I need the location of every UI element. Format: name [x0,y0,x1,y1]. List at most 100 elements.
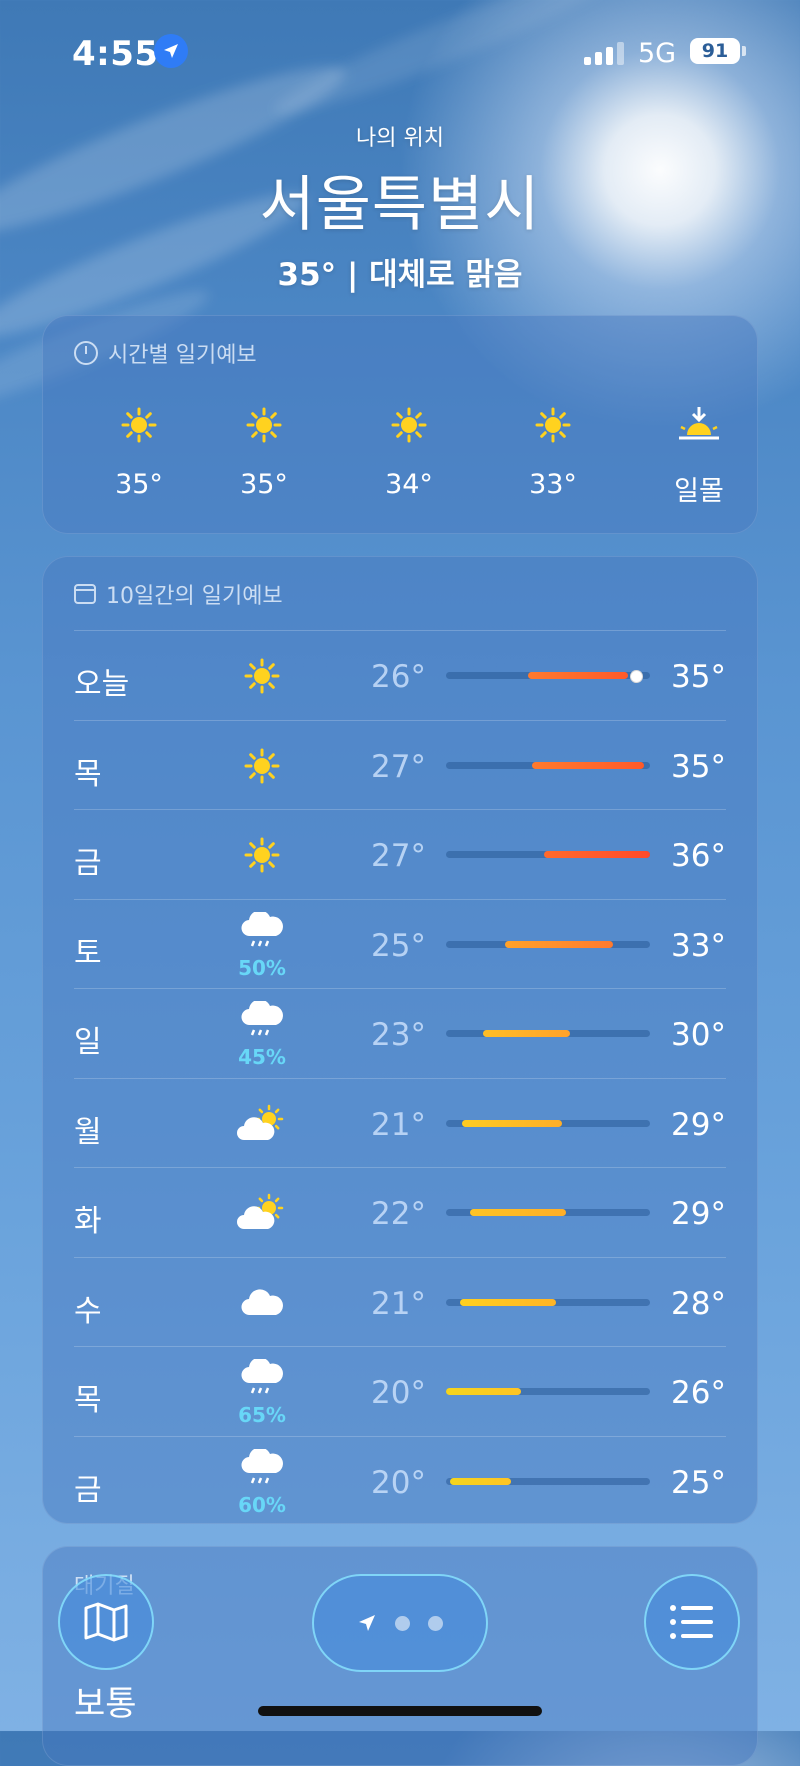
current-conditions: 35° | 대체로 맑음 [277,257,523,293]
day-label: 금 [74,846,102,881]
temp-range-bar [446,940,650,948]
sun-icon [226,822,298,888]
page-dot [395,1615,410,1631]
high-temp: 29° [671,1106,726,1143]
low-temp: 21° [371,1285,426,1322]
temp-range-bar [446,1298,650,1306]
sun-icon [226,733,298,799]
high-temp: 35° [671,659,726,695]
forecast-day-row[interactable]: 수 21° 28° [74,1256,726,1347]
low-temp: 25° [371,927,426,964]
hourly-value: 일몰 [674,476,724,507]
day-label: 토 [74,935,102,971]
high-temp: 28° [671,1285,726,1322]
sunset-icon [644,403,754,447]
hourly-title-label: 시간별 일기예보 [108,343,257,368]
low-temp: 27° [371,838,426,874]
forecast-day-row[interactable]: 일 45% 23° 30° [74,988,726,1078]
low-temp: 26° [371,659,426,695]
rain-cloud-icon: 65% [226,1359,298,1427]
high-temp: 30° [671,1017,726,1053]
location-pager[interactable] [312,1574,488,1672]
precip-chance: 45% [238,1045,286,1069]
temp-range-bar [446,851,650,858]
forecast-day-row[interactable]: 화 22° 29° [74,1167,726,1257]
hourly-title: 시간별 일기예보 [74,337,257,369]
home-indicator[interactable] [258,1706,542,1716]
low-temp: 23° [371,1017,426,1053]
forecast-day-row[interactable]: 금 60% 20° 25° [74,1435,726,1526]
high-temp: 36° [671,838,726,874]
partly-sunny-icon [226,1180,298,1246]
sun-icon [226,643,298,709]
temp-range-fill [470,1209,567,1216]
day-label: 화 [74,1204,102,1239]
temp-range-bar [446,1030,650,1037]
day-label: 오늘 [74,667,130,702]
low-temp: 20° [371,1464,426,1501]
precip-chance: 60% [238,1492,286,1517]
low-temp: 21° [371,1106,426,1143]
forecast-day-row[interactable]: 오늘 26° 35° [74,630,726,720]
precip-chance: 50% [238,955,286,980]
high-temp: 26° [671,1375,726,1411]
map-button[interactable] [58,1574,154,1670]
temp-range-fill [527,672,628,679]
sun-icon [354,403,464,447]
location-arrow-icon [359,1615,375,1631]
temp-range-bar [446,1119,650,1127]
forecast-day-row[interactable]: 토 50% 25° 33° [74,898,726,989]
network-type: 5G [638,38,677,69]
day-label: 월 [74,1114,102,1150]
hourly-forecast-card[interactable]: 시간별 일기예보 35° 35° 34° 33° 일몰 [42,315,758,534]
status-bar: 4:55 5G 91 [0,30,800,78]
forecast-day-row[interactable]: 월 21° 29° [74,1077,726,1168]
temp-range-bar [446,761,650,769]
temp-range-bar [446,1388,650,1395]
clock-icon [74,341,98,365]
calendar-icon [74,584,96,604]
precip-chance: 65% [238,1403,286,1427]
temp-range-fill [543,851,650,858]
battery-tip [742,46,746,56]
hourly-item: 35° [84,403,194,500]
high-temp: 25° [671,1464,726,1501]
day-label: 목 [74,756,102,792]
temp-range-bar [446,670,650,683]
day-label: 수 [74,1293,102,1329]
low-temp: 27° [371,748,426,785]
hourly-value: 35° [240,469,288,500]
page-dot [428,1615,443,1631]
hourly-value: 34° [385,469,433,500]
hourly-item: 33° [498,403,608,500]
location-arrow-icon [154,34,188,68]
hourly-item: 34° [354,403,464,500]
sun-icon [209,403,319,447]
forecast-day-row[interactable]: 목 27° 35° [74,719,726,810]
status-time: 4:55 [72,34,159,74]
air-quality-value: 보통 [74,1684,137,1724]
cloud-icon [226,1270,298,1336]
temp-range-bar [446,1477,650,1485]
forecast-day-row[interactable]: 목 65% 20° 26° [74,1346,726,1436]
hourly-item: 일몰 [644,403,754,508]
cellular-signal-icon [584,42,624,65]
temp-range-fill [482,1030,571,1037]
temp-range-fill [505,940,614,948]
temp-range-fill [450,1477,512,1485]
forecast-day-row[interactable]: 금 27° 36° [74,809,726,899]
ten-day-forecast-card[interactable]: 10일간의 일기예보 오늘 26° 35° 목 27° 35° 금 27° 36° 토 50% 25°… [42,556,758,1524]
hourly-item: 35° [209,403,319,500]
location-header: 나의 위치 서울특별시 35° | 대체로 맑음 [0,120,800,294]
list-button[interactable] [644,1574,740,1670]
temp-range-bar [446,1209,650,1216]
low-temp: 20° [371,1375,426,1411]
day-label: 목 [74,1383,102,1418]
rain-cloud-icon: 50% [226,911,298,980]
temp-range-fill [460,1298,557,1306]
battery-icon: 91 [690,38,740,64]
high-temp: 33° [671,927,726,964]
hourly-value: 33° [529,469,577,500]
city-name: 서울특별시 [259,170,541,240]
high-temp: 29° [671,1196,726,1232]
